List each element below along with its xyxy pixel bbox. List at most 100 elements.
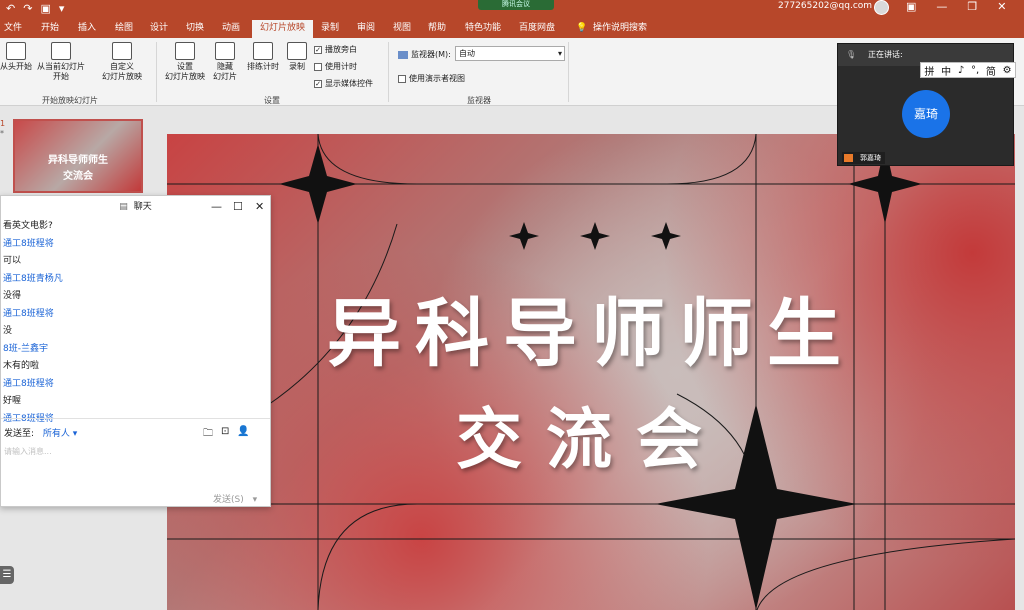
send-to-row: 发送至: 所有人 ▾: [4, 429, 78, 439]
tab-draw[interactable]: 绘图: [115, 21, 133, 38]
tab-design[interactable]: 设计: [150, 21, 168, 38]
monitor-icon: [398, 50, 408, 59]
chat-sender: 通工8班程将: [3, 238, 54, 249]
custom-slideshow-button[interactable]: 自定义 幻灯片放映: [94, 42, 150, 82]
record-button[interactable]: 录制: [284, 42, 310, 72]
tab-animations[interactable]: 动画: [222, 21, 240, 38]
present-button[interactable]: ▣: [40, 2, 50, 15]
quick-access-toolbar: ↶ ↷ ▣ ▾: [6, 2, 64, 15]
redo-button[interactable]: ↷: [23, 2, 32, 15]
record-icon: [287, 42, 307, 60]
animation-star-icon: *: [0, 129, 4, 138]
restore-button[interactable]: ❐: [967, 0, 977, 13]
monitor-select[interactable]: 自动 ▾: [455, 46, 565, 61]
slideshow-start-icon: [6, 42, 26, 60]
custom-show-icon: [112, 42, 132, 60]
chevron-down-icon: ▾: [557, 49, 562, 58]
from-start-button[interactable]: 从头开始: [0, 42, 32, 72]
rehearse-timings-button[interactable]: 排练计时: [244, 42, 282, 72]
ime-moon-icon[interactable]: ♪: [958, 65, 964, 76]
minimize-button[interactable]: —: [936, 0, 947, 13]
tab-transitions[interactable]: 切换: [186, 21, 204, 38]
slideshow-current-icon: [51, 42, 71, 60]
divider: [156, 42, 157, 102]
media-controls-checkbox[interactable]: ✓: [314, 79, 322, 88]
chk-timings[interactable]: 使用计时: [314, 61, 357, 72]
account-email[interactable]: 277265202@qq.com: [778, 1, 872, 11]
tab-insert[interactable]: 插入: [78, 21, 96, 38]
divider: [388, 42, 389, 102]
from-current-button[interactable]: 从当前幻灯片 开始: [33, 42, 89, 82]
folder-icon[interactable]: 🗀: [203, 426, 213, 443]
chk-narration[interactable]: ✓ 播放旁白: [314, 44, 357, 55]
slide-thumbnail[interactable]: 异科导师师生 交流会: [13, 119, 143, 193]
tab-review[interactable]: 审阅: [357, 21, 375, 38]
narration-checkbox[interactable]: ✓: [314, 45, 322, 54]
tab-home[interactable]: 开始: [41, 21, 59, 38]
tab-file[interactable]: 文件: [4, 21, 22, 38]
close-icon[interactable]: ✕: [255, 196, 264, 218]
slide-canvas[interactable]: 异科导师师生 交流会: [167, 134, 1015, 610]
lightbulb-icon: 💡: [576, 23, 588, 33]
slide-edit-area: 异科导师师生 交流会: [158, 107, 1024, 610]
slide-title-line2[interactable]: 交流会: [167, 386, 1015, 482]
ime-settings-icon[interactable]: ⚙: [1003, 65, 1012, 76]
chat-message: 看英文电影?: [3, 221, 53, 231]
send-to-select[interactable]: 所有人 ▾: [43, 429, 77, 439]
presenter-view-checkbox[interactable]: [398, 74, 406, 83]
hide-slide-icon: [215, 42, 235, 60]
tell-me-search[interactable]: 操作说明搜索: [593, 21, 647, 38]
timings-checkbox[interactable]: [314, 62, 322, 71]
chat-tools: 🗀 ⊡ 👤: [203, 426, 250, 443]
thumbnail-title-line2: 交流会: [63, 171, 93, 182]
ime-pinyin-icon[interactable]: 拼: [924, 63, 934, 78]
chat-title: 聊天: [133, 202, 152, 212]
group-label-setup: 设置: [264, 96, 280, 105]
chat-window[interactable]: ▤ 聊天 — ☐ ✕ 看英文电影? 通工8班程将 可以 通工8班青杨凡 没得 通…: [0, 195, 271, 507]
group-label-monitor: 监视器: [467, 96, 491, 105]
close-button[interactable]: ✕: [997, 0, 1006, 13]
slide-title-line1[interactable]: 异科导师师生: [167, 274, 1015, 381]
ime-toolbar: 拼 中 ♪ °, 简 ⚙: [920, 62, 1016, 78]
tab-features[interactable]: 特色功能: [465, 21, 501, 38]
undo-button[interactable]: ↶: [6, 2, 15, 15]
chat-sender: 通工8班程将: [3, 378, 54, 389]
user-icon[interactable]: 👤: [237, 426, 249, 443]
avatar[interactable]: [874, 0, 889, 15]
customize-qa-button[interactable]: ▾: [59, 2, 65, 15]
chk-media-controls[interactable]: ✓ 显示媒体控件: [314, 78, 373, 89]
chat-sender: 通工8班青杨凡: [3, 273, 63, 284]
tab-help[interactable]: 帮助: [428, 21, 446, 38]
chat-sender: 通工8班程将: [3, 308, 54, 319]
meeting-badge[interactable]: 腾讯会议: [478, 0, 554, 10]
ime-simplified-toggle[interactable]: 简: [986, 63, 996, 78]
tab-view[interactable]: 视图: [393, 21, 411, 38]
divider: [1, 418, 270, 419]
menu-icon[interactable]: ☰: [0, 566, 14, 584]
maximize-icon[interactable]: ☐: [233, 196, 243, 218]
screenshot-icon[interactable]: ⊡: [221, 426, 229, 443]
participant-icon: [844, 154, 853, 162]
chevron-down-icon: ▾: [252, 495, 258, 505]
tab-baidu-netdisk[interactable]: 百度网盘: [519, 21, 555, 38]
chat-message-list[interactable]: 看英文电影? 通工8班程将 可以 通工8班青杨凡 没得 通工8班程将 没 8班-…: [3, 218, 265, 424]
ime-punctuation-icon[interactable]: °,: [971, 65, 979, 76]
ribbon-tabs: 文件 开始 插入 绘图 设计 切换 动画 幻灯片放映 录制 审阅 视图 帮助 特…: [0, 18, 1024, 38]
chk-presenter-view[interactable]: 使用演示者视图: [398, 73, 465, 84]
ime-chinese-toggle[interactable]: 中: [941, 63, 951, 78]
chat-header: ▤ 聊天 — ☐ ✕: [1, 196, 270, 218]
tab-record[interactable]: 录制: [321, 21, 339, 38]
divider: [568, 42, 569, 102]
rehearse-icon: [253, 42, 273, 60]
speaker-avatar: 嘉琦: [902, 90, 950, 138]
tab-slideshow[interactable]: 幻灯片放映: [252, 20, 314, 38]
ribbon-display-button[interactable]: ▣: [906, 0, 916, 13]
minimize-icon[interactable]: —: [211, 196, 222, 218]
send-button[interactable]: 发送(S) ▾: [213, 492, 257, 505]
chat-message: 木有的啦: [3, 361, 40, 371]
setup-slideshow-button[interactable]: 设置 幻灯片放映: [160, 42, 210, 82]
chat-sender: 8班-兰鑫宇: [3, 343, 48, 354]
chat-input[interactable]: 请输入消息...: [4, 446, 52, 457]
hide-slide-button[interactable]: 隐藏 幻灯片: [210, 42, 240, 82]
chat-message: 没: [3, 326, 13, 336]
